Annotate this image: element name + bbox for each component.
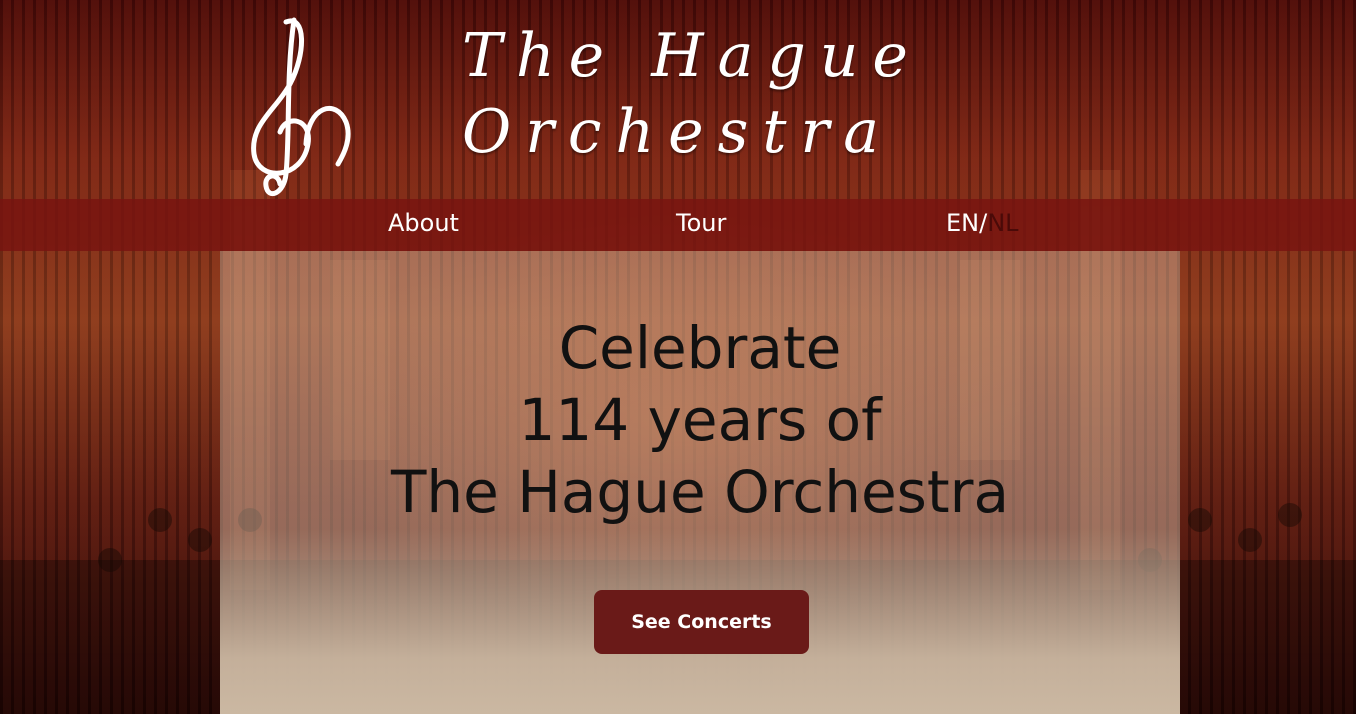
see-concerts-button[interactable]: See Concerts	[594, 590, 809, 654]
hero-heading: Celebrate 114 years of The Hague Orchest…	[220, 312, 1180, 528]
nav-about-link[interactable]: About	[388, 199, 459, 251]
brand-name-line-1: The Hague	[462, 21, 922, 91]
language-switcher: EN/NL	[946, 199, 1019, 251]
brand-logo-text[interactable]: The Hague Orchestra	[462, 18, 1002, 170]
brand-name-line-2: Orchestra	[462, 97, 893, 167]
lang-nl-link[interactable]: NL	[987, 209, 1018, 237]
hero-heading-line-1: Celebrate	[558, 314, 842, 382]
hero-heading-line-2: 114 years of	[518, 386, 882, 454]
main-nav: About Tour EN/NL	[0, 199, 1356, 251]
lang-en-link[interactable]: EN/	[946, 209, 987, 237]
treble-clef-logo-icon[interactable]	[246, 14, 356, 204]
hero-heading-line-3: The Hague Orchestra	[390, 458, 1010, 526]
nav-tour-link[interactable]: Tour	[676, 199, 726, 251]
